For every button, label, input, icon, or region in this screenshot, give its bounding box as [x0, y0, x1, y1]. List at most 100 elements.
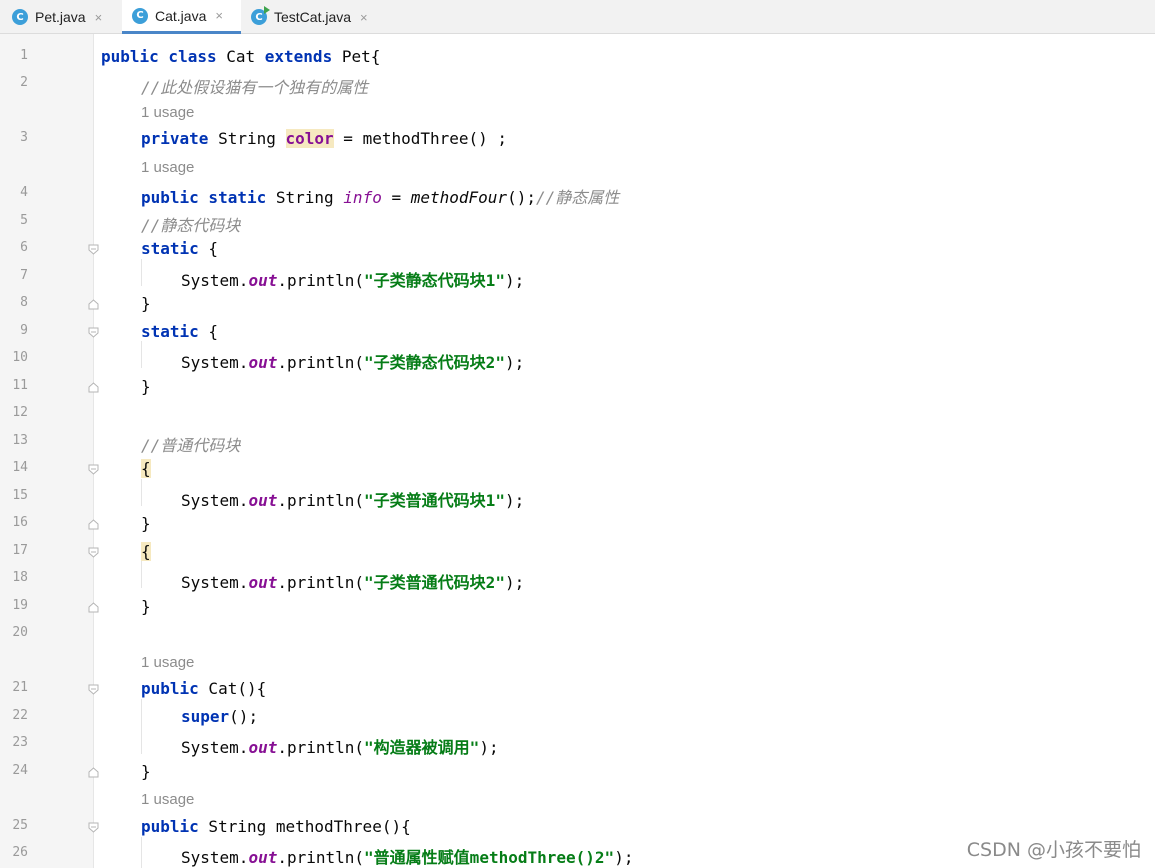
- code-line: 21 public Cat(){: [0, 676, 1155, 703]
- code-line: 22 super();: [0, 704, 1155, 731]
- tab-cat-java[interactable]: C Cat.java ×: [122, 0, 241, 34]
- line-number: 8: [20, 295, 28, 310]
- code-line: 17 {: [0, 539, 1155, 566]
- fold-open-icon[interactable]: [88, 684, 99, 695]
- string-literal: "普通属性赋值methodThree()2": [364, 848, 615, 867]
- code-text: System.: [181, 353, 249, 372]
- comment: //此处假设猫有一个独有的属性: [141, 78, 369, 97]
- line-number: 24: [12, 763, 28, 778]
- usage-hint[interactable]: 1 usage: [141, 654, 194, 671]
- keyword: extends: [264, 47, 333, 66]
- line-code: {: [141, 542, 151, 561]
- code-text: System.: [181, 848, 249, 867]
- usage-hint-row: 1 usage: [0, 649, 1155, 676]
- editor-tab-bar: C Pet.java × C Cat.java × C TestCat.java…: [0, 0, 1155, 34]
- usage-hint-row: 1 usage: [0, 99, 1155, 126]
- code-text: .println(: [277, 848, 365, 867]
- tab-label: Pet.java: [35, 9, 86, 25]
- fold-open-icon[interactable]: [88, 464, 99, 475]
- code-line: 20: [0, 621, 1155, 648]
- close-icon[interactable]: ×: [95, 10, 103, 25]
- tab-label: TestCat.java: [274, 9, 352, 25]
- code-line: 6 static {: [0, 236, 1155, 263]
- usage-hint[interactable]: 1 usage: [141, 791, 194, 808]
- code-line: 4 public static String info = methodFour…: [0, 181, 1155, 208]
- code-editor[interactable]: 1 public class Cat extends Pet{ 2 //此处假设…: [0, 34, 1155, 868]
- line-code: System.out.println("子类普通代码块2");: [181, 569, 524, 593]
- line-number: 22: [12, 708, 28, 723]
- code-text: .println(: [277, 573, 365, 592]
- line-number: 12: [12, 405, 28, 420]
- usage-hint-row: 1 usage: [0, 786, 1155, 813]
- fold-open-icon[interactable]: [88, 547, 99, 558]
- code-text: );: [504, 353, 525, 372]
- line-code: static {: [141, 239, 218, 258]
- code-line: 13 //普通代码块: [0, 429, 1155, 456]
- line-code: super();: [181, 707, 258, 726]
- fold-end-icon[interactable]: [88, 382, 99, 393]
- fold-end-icon[interactable]: [88, 767, 99, 778]
- line-number: 25: [12, 818, 28, 833]
- close-icon[interactable]: ×: [215, 8, 223, 23]
- keyword: public static: [141, 188, 267, 207]
- code-line: 16 }: [0, 511, 1155, 538]
- code-line: 2 //此处假设猫有一个独有的属性: [0, 71, 1155, 98]
- fold-end-icon[interactable]: [88, 519, 99, 530]
- string-literal: "子类静态代码块1": [364, 271, 505, 290]
- line-number: 9: [20, 323, 28, 338]
- code-text: String: [208, 129, 286, 148]
- line-number: 11: [12, 378, 28, 393]
- comment: //普通代码块: [141, 436, 241, 455]
- matched-brace: {: [141, 459, 151, 478]
- tab-pet-java[interactable]: C Pet.java ×: [12, 0, 120, 34]
- fold-open-icon[interactable]: [88, 244, 99, 255]
- static-field: out: [248, 353, 278, 372]
- line-code: }: [141, 294, 151, 313]
- code-line: 19 }: [0, 594, 1155, 621]
- line-code: public Cat(){: [141, 679, 266, 698]
- line-number: 19: [12, 598, 28, 613]
- line-number: 23: [12, 735, 28, 750]
- close-icon[interactable]: ×: [360, 10, 368, 25]
- code-line: 14 {: [0, 456, 1155, 483]
- code-line: 3 private String color = methodThree() ;: [0, 126, 1155, 153]
- string-literal: "子类静态代码块2": [364, 353, 505, 372]
- code-line: 7 System.out.println("子类静态代码块1");: [0, 264, 1155, 291]
- code-line: 23 System.out.println("构造器被调用");: [0, 731, 1155, 758]
- code-line: 10 System.out.println("子类静态代码块2");: [0, 346, 1155, 373]
- highlighted-field: color: [285, 129, 334, 148]
- code-text: Cat: [216, 47, 265, 66]
- code-line: 11 }: [0, 374, 1155, 401]
- usage-hint[interactable]: 1 usage: [141, 159, 194, 176]
- code-text: Pet{: [332, 47, 381, 66]
- line-number: 10: [12, 350, 28, 365]
- code-text: =: [381, 188, 411, 207]
- static-field: info: [343, 188, 382, 207]
- usage-hint[interactable]: 1 usage: [141, 104, 194, 121]
- code-text: System.: [181, 491, 249, 510]
- code-text: System.: [181, 271, 249, 290]
- line-code: //静态代码块: [141, 212, 240, 236]
- line-number: 14: [12, 460, 28, 475]
- fold-open-icon[interactable]: [88, 327, 99, 338]
- fold-open-icon[interactable]: [88, 822, 99, 833]
- keyword: public: [141, 679, 199, 698]
- code-text: );: [614, 848, 634, 867]
- line-number: 6: [20, 240, 28, 255]
- code-text: );: [504, 491, 525, 510]
- code-line: 24 }: [0, 759, 1155, 786]
- line-number: 18: [12, 570, 28, 585]
- fold-end-icon[interactable]: [88, 602, 99, 613]
- fold-end-icon[interactable]: [88, 299, 99, 310]
- line-number: 3: [20, 130, 28, 145]
- static-field: out: [248, 271, 278, 290]
- code-text: .println(: [277, 353, 365, 372]
- code-text: System.: [181, 573, 249, 592]
- line-code: private String color = methodThree() ;: [141, 129, 507, 148]
- code-text: String: [266, 188, 344, 207]
- line-code: //普通代码块: [141, 432, 240, 456]
- line-number: 20: [12, 625, 28, 640]
- code-text: }: [141, 597, 151, 616]
- line-code: System.out.println("子类静态代码块1");: [181, 267, 524, 291]
- tab-testcat-java[interactable]: C TestCat.java ×: [251, 0, 391, 34]
